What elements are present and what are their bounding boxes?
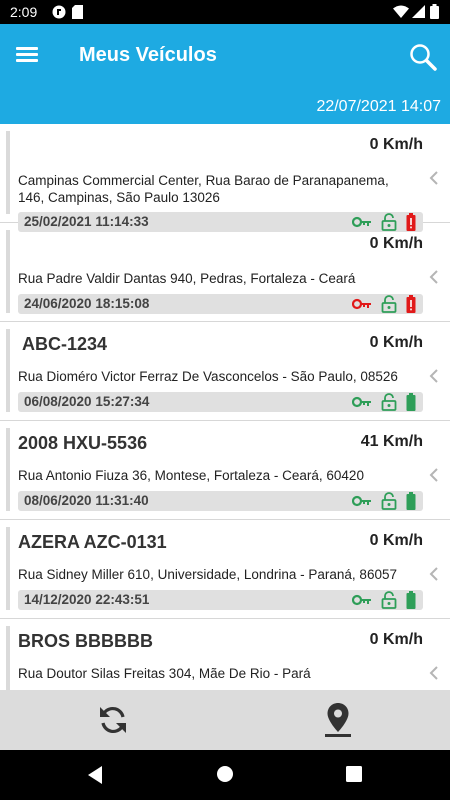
app-bar: Meus Veículos (0, 24, 450, 90)
vehicle-timestamp: 06/08/2020 15:27:34 (24, 394, 150, 409)
vehicle-name: BROS BBBBBB (18, 631, 153, 651)
notification-app-icon (52, 5, 66, 19)
vehicle-card[interactable]: BROS BBBBBB 0 Km/h Rua Doutor Silas Frei… (0, 619, 450, 690)
chevron-left-icon[interactable] (429, 665, 439, 681)
vehicle-name: ABC-1234 (22, 334, 108, 354)
current-datetime: 22/07/2021 14:07 (316, 98, 441, 115)
signal-icon (412, 5, 425, 18)
wifi-icon (393, 5, 409, 18)
key-icon (351, 298, 372, 310)
battery-ok-icon (406, 492, 416, 510)
unlocked-padlock-icon (381, 591, 396, 609)
vehicle-speed: 41 Km/h (360, 433, 423, 450)
card-edge (6, 131, 10, 214)
refresh-icon[interactable] (96, 703, 130, 737)
card-edge (6, 329, 10, 412)
vehicle-card[interactable]: AZERA AZC-0131 0 Km/h Rua Sidney Miller … (0, 520, 450, 619)
vehicle-speed: 0 Km/h (369, 532, 423, 549)
chevron-left-icon[interactable] (429, 566, 439, 582)
vehicle-list[interactable]: 0 Km/h Campinas Commercial Center, Rua B… (0, 124, 450, 690)
unlocked-padlock-icon (381, 393, 396, 411)
sd-card-icon (72, 5, 83, 19)
vehicle-timestamp: 14/12/2020 22:43:51 (24, 592, 150, 607)
vehicle-card[interactable]: ABC-1234 0 Km/h Rua Dioméro Victor Ferra… (0, 322, 450, 421)
vehicle-speed: 0 Km/h (369, 631, 423, 648)
status-bar-row: 06/08/2020 15:27:34 (18, 392, 423, 412)
battery-status-icon (430, 4, 439, 19)
vehicle-speed: 0 Km/h (369, 136, 423, 153)
chevron-left-icon[interactable] (429, 269, 439, 285)
vehicle-name: AZERA AZC-0131 (18, 532, 167, 552)
vehicle-name: 2008 HXU-5536 (18, 433, 148, 453)
vehicle-address: Campinas Commercial Center, Rua Barao de… (18, 173, 389, 205)
battery-low-icon (406, 295, 416, 313)
recent-apps-icon[interactable] (346, 766, 362, 782)
card-edge (6, 626, 10, 690)
card-edge (6, 527, 10, 610)
system-nav-bar (0, 750, 450, 800)
status-time: 2:09 (10, 4, 38, 20)
vehicle-address: Rua Antonio Fiuza 36, Montese, Fortaleza… (18, 468, 364, 483)
status-bar-row: 14/12/2020 22:43:51 (18, 590, 423, 610)
card-edge (6, 230, 10, 313)
vehicle-card[interactable]: 0 Km/h Campinas Commercial Center, Rua B… (0, 124, 450, 232)
vehicle-timestamp: 08/06/2020 11:31:40 (24, 493, 149, 508)
key-icon (351, 396, 372, 408)
vehicle-speed: 0 Km/h (369, 334, 423, 351)
battery-ok-icon (406, 393, 416, 411)
vehicle-address: Rua Sidney Miller 610, Universidade, Lon… (18, 567, 397, 582)
unlocked-padlock-icon (381, 295, 396, 313)
home-icon[interactable] (216, 765, 234, 783)
map-pin-icon[interactable] (323, 702, 353, 738)
chevron-left-icon[interactable] (429, 368, 439, 384)
search-icon[interactable] (408, 42, 438, 72)
vehicle-card[interactable]: 0 Km/h Rua Padre Valdir Dantas 940, Pedr… (0, 223, 450, 322)
status-bar-row: 08/06/2020 11:31:40 (18, 491, 423, 511)
back-icon[interactable] (86, 765, 104, 785)
key-icon (351, 495, 372, 507)
menu-icon[interactable] (16, 44, 44, 70)
unlocked-padlock-icon (381, 492, 396, 510)
vehicle-speed: 0 Km/h (369, 235, 423, 252)
vehicle-address: Rua Doutor Silas Freitas 304, Mãe De Rio… (18, 666, 311, 681)
chevron-left-icon[interactable] (429, 170, 439, 186)
bottom-action-bar (0, 690, 450, 750)
card-edge (6, 428, 10, 511)
vehicle-timestamp: 24/06/2020 18:15:08 (24, 296, 150, 311)
status-bar: 2:09 (0, 0, 450, 24)
key-icon (351, 594, 372, 606)
status-bar-row: 24/06/2020 18:15:08 (18, 294, 423, 314)
battery-ok-icon (406, 591, 416, 609)
vehicle-address: Rua Padre Valdir Dantas 940, Pedras, For… (18, 271, 356, 286)
vehicle-card[interactable]: 2008 HXU-5536 41 Km/h Rua Antonio Fiuza … (0, 421, 450, 520)
page-title: Meus Veículos (79, 44, 217, 66)
date-bar: 22/07/2021 14:07 (0, 90, 450, 124)
vehicle-address: Rua Dioméro Victor Ferraz De Vasconcelos… (18, 369, 398, 384)
chevron-left-icon[interactable] (429, 467, 439, 483)
